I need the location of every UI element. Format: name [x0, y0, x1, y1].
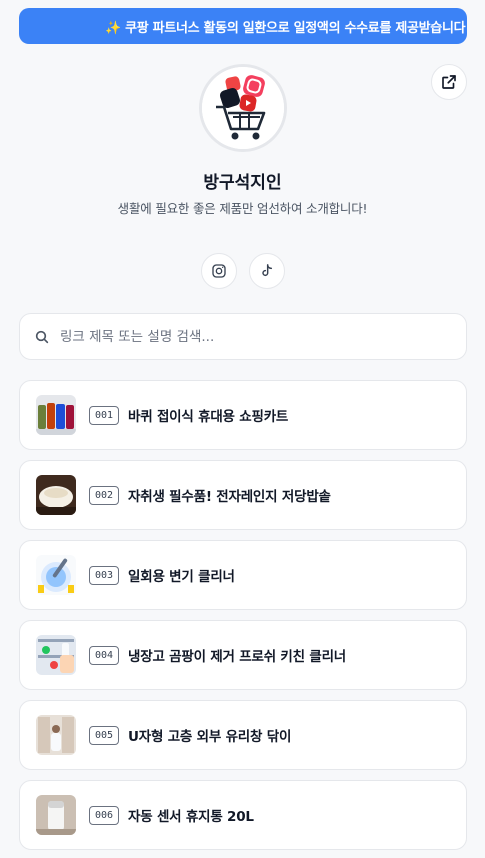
product-thumbnail	[36, 795, 76, 835]
link-title: 일회용 변기 클리너	[128, 569, 235, 585]
link-title: 냉장고 곰팡이 제거 프로쉬 키친 클리너	[128, 649, 347, 665]
link-number: 004	[89, 645, 119, 665]
share-button[interactable]	[431, 64, 467, 100]
link-card[interactable]: 001 바퀴 접이식 휴대용 쇼핑카트	[19, 380, 467, 450]
link-title: 바퀴 접이식 휴대용 쇼핑카트	[128, 409, 289, 425]
shopping-cart-social-logo	[202, 67, 284, 149]
product-thumbnail	[36, 475, 76, 515]
search-input[interactable]	[60, 328, 440, 345]
affiliate-banner: ✨ 쿠팡 파트너스 활동의 일환으로 일정액의 수수료를 제공받습니다 ✨	[19, 8, 467, 44]
link-number: 003	[89, 565, 119, 585]
search-icon	[35, 330, 49, 343]
link-card[interactable]: 005 U자형 고층 외부 유리창 닦이	[19, 700, 467, 770]
link-title: U자형 고층 외부 유리창 닦이	[128, 729, 292, 745]
tiktok-button[interactable]	[249, 253, 285, 289]
link-card[interactable]: 004 냉장고 곰팡이 제거 프로쉬 키친 클리너	[19, 620, 467, 690]
product-thumbnail	[36, 555, 76, 595]
link-number: 006	[89, 805, 119, 825]
link-title: 자동 센서 휴지통 20L	[128, 809, 254, 825]
search-box[interactable]	[19, 313, 467, 360]
link-number: 002	[89, 485, 119, 505]
instagram-button[interactable]	[201, 253, 237, 289]
product-thumbnail	[36, 395, 76, 435]
product-thumbnail	[36, 635, 76, 675]
link-title: 자취생 필수품! 전자레인지 저당밥솥	[128, 489, 331, 505]
banner-text: ✨ 쿠팡 파트너스 활동의 일환으로 일정액의 수수료를 제공받습니다 ✨	[105, 20, 467, 36]
tiktok-icon	[262, 264, 273, 277]
link-number: 005	[89, 725, 119, 745]
link-card[interactable]: 006 자동 센서 휴지통 20L	[19, 780, 467, 850]
link-card[interactable]: 003 일회용 변기 클리너	[19, 540, 467, 610]
link-number: 001	[89, 405, 119, 425]
profile-name: 방구석지인	[203, 173, 282, 193]
external-link-icon	[442, 75, 456, 89]
link-card[interactable]: 002 자취생 필수품! 전자레인지 저당밥솥	[19, 460, 467, 530]
profile-description: 생활에 필요한 좋은 제품만 엄선하여 소개합니다!	[117, 201, 368, 216]
product-thumbnail	[36, 715, 76, 755]
instagram-icon	[212, 264, 226, 278]
profile-avatar	[199, 64, 287, 152]
